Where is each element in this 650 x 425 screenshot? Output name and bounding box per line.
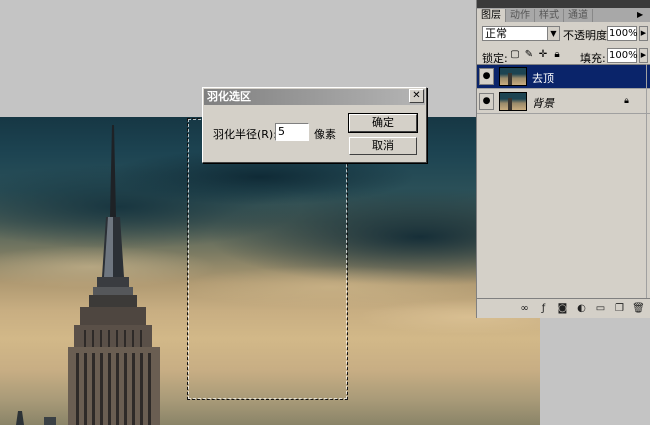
opacity-input[interactable]: 100%: [607, 26, 638, 41]
fill-input[interactable]: 100%: [607, 48, 638, 63]
adjustment-icon[interactable]: ◐: [575, 303, 588, 315]
cancel-button[interactable]: 取消: [349, 137, 417, 155]
layer-thumbnail: [499, 92, 527, 111]
layer-name: 背景: [532, 97, 554, 110]
link-icon[interactable]: ∞: [518, 303, 531, 315]
close-icon[interactable]: ✕: [409, 89, 424, 103]
tab-actions[interactable]: 动作: [506, 9, 535, 22]
feather-radius-input[interactable]: 5: [275, 123, 309, 141]
ok-button[interactable]: 确定: [348, 113, 418, 133]
mask-icon[interactable]: ◙: [556, 303, 569, 315]
layers-panel: 图层 动作 样式 通道 ▶ 正常 ▼ 不透明度: 100% ▶ 锁定: ▢ ✎ …: [476, 0, 650, 318]
layers-scrollbar[interactable]: [646, 64, 650, 298]
feather-radius-label: 羽化半径(R):: [213, 128, 277, 141]
chevron-down-icon[interactable]: ▼: [547, 27, 559, 40]
lock-image-icon[interactable]: ✎: [524, 49, 534, 61]
lock-icon: 🔒︎: [624, 96, 629, 106]
layer-row[interactable]: ● 背景 🔒︎: [477, 90, 650, 114]
blend-mode-select[interactable]: 正常 ▼: [482, 26, 560, 41]
lock-all-icon[interactable]: 🔒︎: [552, 49, 562, 61]
lock-transparency-icon[interactable]: ▢: [510, 49, 520, 61]
panel-tabs: 图层 动作 样式 通道: [477, 8, 650, 22]
layers-list: ● 去顶 ● 背景 🔒︎: [477, 64, 650, 298]
fill-slider-arrow-icon[interactable]: ▶: [639, 48, 648, 63]
tab-layers[interactable]: 图层: [477, 9, 506, 22]
layer-thumbnail: [499, 67, 527, 86]
lock-position-icon[interactable]: ✛: [538, 49, 548, 61]
trash-icon[interactable]: 🗑︎: [632, 303, 645, 315]
layer-name: 去顶: [532, 72, 554, 85]
feather-selection-dialog: 羽化选区 ✕ 羽化半径(R): 5 像素 确定 取消: [202, 87, 427, 163]
opacity-label: 不透明度:: [563, 29, 611, 42]
blend-mode-value: 正常: [485, 27, 507, 40]
dialog-title: 羽化选区: [207, 90, 251, 103]
panel-menu-icon[interactable]: ▶: [637, 10, 647, 20]
folder-icon[interactable]: ▭: [594, 303, 607, 315]
layers-panel-toolbar: ∞ ƒ ◙ ◐ ▭ ❐ 🗑︎: [477, 298, 650, 318]
dialog-titlebar[interactable]: 羽化选区: [204, 89, 425, 105]
eye-icon[interactable]: ●: [479, 93, 494, 110]
eye-icon[interactable]: ●: [479, 68, 494, 85]
opacity-slider-arrow-icon[interactable]: ▶: [639, 26, 648, 41]
lock-options: ▢ ✎ ✛ 🔒︎: [510, 49, 562, 61]
panel-grip[interactable]: [477, 0, 650, 8]
layer-row[interactable]: ● 去顶: [477, 65, 650, 89]
tab-styles[interactable]: 样式: [535, 9, 564, 22]
tab-channels[interactable]: 通道: [564, 9, 593, 22]
fx-icon[interactable]: ƒ: [537, 303, 550, 315]
new-layer-icon[interactable]: ❐: [613, 303, 626, 315]
pixel-unit-label: 像素: [314, 128, 336, 141]
